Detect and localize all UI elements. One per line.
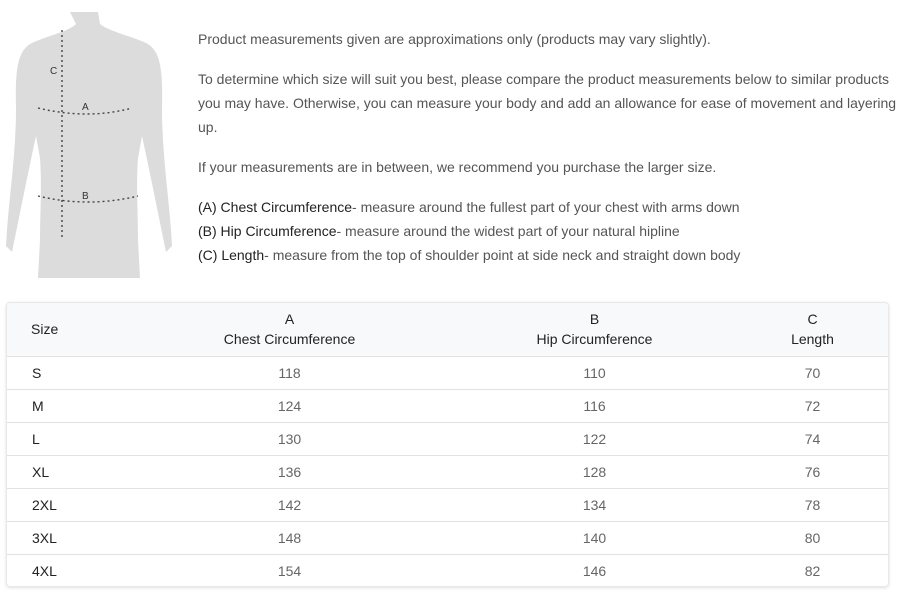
size-table: Size A Chest Circumference B Hip Circumfer…	[7, 303, 888, 586]
table-header-row: Size A Chest Circumference B Hip Circumfer…	[7, 303, 888, 356]
header-chest: A Chest Circumference	[223, 311, 356, 348]
torso-shape	[6, 12, 172, 278]
hip-cell: 146	[582, 562, 607, 579]
chest-cell: 142	[277, 496, 302, 513]
table-row: S 118 110 70	[7, 356, 888, 389]
length-cell: 70	[804, 364, 821, 381]
definition-hip: (B) Hip Circumference- measure around th…	[198, 223, 680, 239]
chest-cell: 154	[277, 562, 302, 579]
label-b: B	[82, 191, 89, 202]
table-row: M 124 116 72	[7, 389, 888, 422]
header-hip: B Hip Circumference	[536, 311, 653, 348]
chest-cell: 136	[277, 463, 302, 480]
table-row: L 130 122 74	[7, 422, 888, 455]
hip-cell: 122	[582, 430, 607, 447]
chest-cell: 118	[278, 364, 301, 381]
hip-cell: 128	[582, 463, 607, 480]
table-row: 2XL 142 134 78	[7, 488, 888, 521]
comparison-note: To determine which size will suit you be…	[198, 71, 897, 135]
length-cell: 78	[804, 496, 821, 513]
in-between-note: If your measurements are in between, we …	[198, 159, 717, 175]
size-cell: 4XL	[32, 562, 57, 579]
label-a: A	[82, 102, 89, 113]
size-guide-info: Product measurements given are approxima…	[198, 27, 898, 267]
definition-length: (C) Length- measure from the top of shou…	[198, 247, 741, 263]
label-c: C	[50, 66, 57, 77]
header-size: Size	[31, 321, 59, 338]
size-cell: L	[32, 430, 40, 447]
hip-cell: 140	[582, 529, 607, 546]
length-cell: 72	[804, 397, 821, 414]
size-cell: 2XL	[32, 496, 57, 513]
table-row: XL 136 128 76	[7, 455, 888, 488]
size-cell: XL	[32, 463, 50, 480]
size-cell: 3XL	[32, 529, 57, 546]
table-row: 3XL 148 140 80	[7, 521, 888, 554]
torso-illustration: C A B	[6, 12, 172, 278]
length-cell: 74	[804, 430, 821, 447]
length-cell: 82	[804, 562, 821, 579]
table-row: 4XL 154 146 82	[7, 554, 888, 586]
size-cell: S	[32, 364, 42, 381]
chest-cell: 124	[277, 397, 302, 414]
approximation-note: Product measurements given are approxima…	[198, 31, 711, 47]
body-measurement-figure: C A B	[0, 8, 175, 283]
length-cell: 76	[804, 463, 821, 480]
chest-cell: 148	[277, 529, 302, 546]
size-cell: M	[32, 397, 44, 414]
length-cell: 80	[804, 529, 821, 546]
measurement-definitions: (A) Chest Circumference- measure around …	[198, 195, 898, 267]
size-chart: Size A Chest Circumference B Hip Circumfer…	[6, 302, 889, 587]
chest-cell: 130	[277, 430, 302, 447]
hip-cell: 134	[582, 496, 607, 513]
hip-cell: 116	[583, 397, 606, 414]
hip-cell: 110	[583, 364, 606, 381]
header-length: C Length	[791, 311, 834, 348]
definition-chest: (A) Chest Circumference- measure around …	[198, 199, 740, 215]
